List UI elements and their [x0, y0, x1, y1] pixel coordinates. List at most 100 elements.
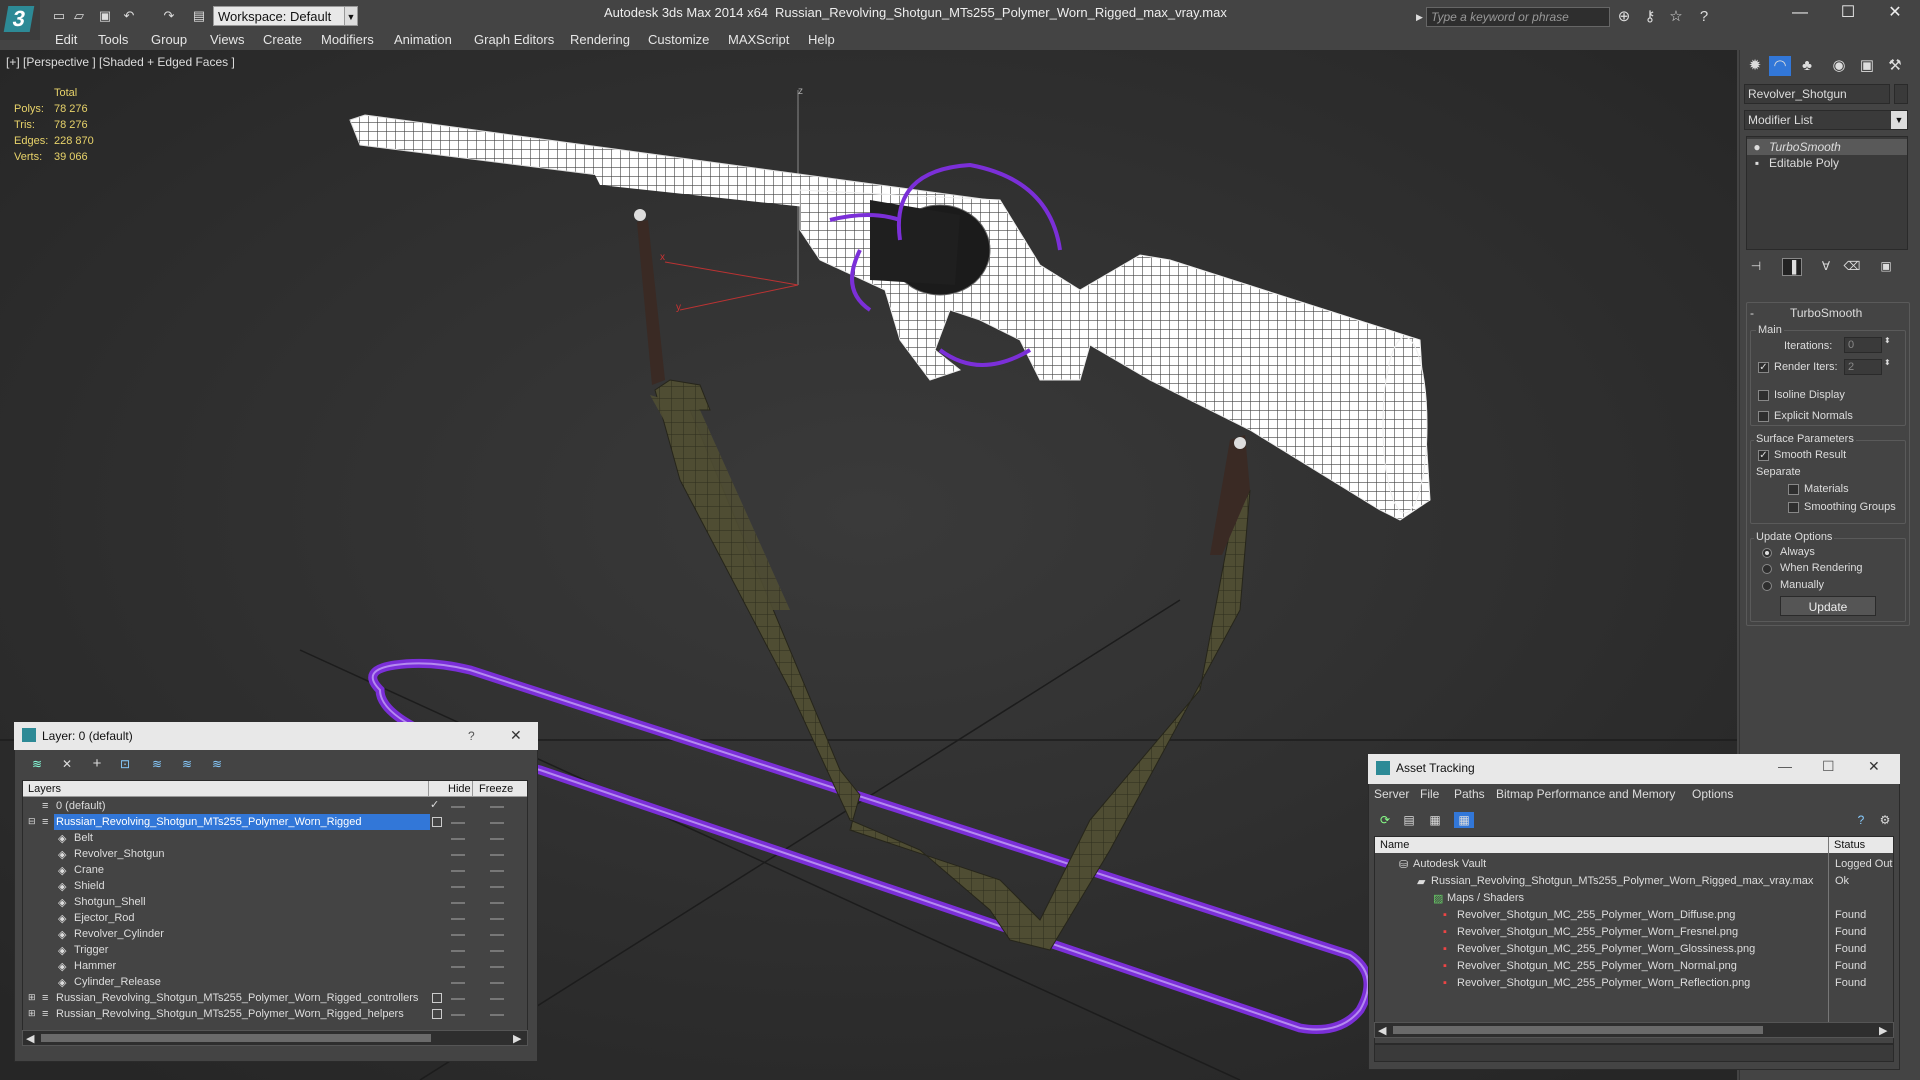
asset-row[interactable]: ▪ Revolver_Shotgun_MC_255_Polymer_Worn_Fr… [1375, 924, 1893, 941]
layers-icon[interactable]: ≋ [28, 756, 46, 772]
expand-icon[interactable]: ⊞ [28, 1008, 36, 1019]
asset-menu-server[interactable]: Server [1374, 787, 1409, 801]
render-iters-spinner[interactable]: 2 [1844, 359, 1882, 375]
freeze-toggle[interactable] [490, 950, 504, 952]
hierarchy-icon[interactable]: ♣ [1796, 56, 1818, 76]
close-icon[interactable]: ✕ [1872, 0, 1918, 26]
hide-toggle[interactable] [451, 966, 465, 968]
asset-menu-options[interactable]: Options [1692, 787, 1733, 801]
when-rendering-radio[interactable] [1762, 564, 1772, 574]
asset-menu-bitmap[interactable]: Bitmap Performance and Memory [1496, 787, 1675, 801]
column-status[interactable]: Status [1834, 839, 1865, 851]
menu-tools[interactable]: Tools [98, 32, 128, 47]
freeze-toggle[interactable] [490, 838, 504, 840]
freeze-toggle[interactable] [490, 998, 504, 1000]
menu-modifiers[interactable]: Modifiers [321, 32, 374, 47]
spinner-arrows-icon[interactable]: ⬍ [1884, 336, 1891, 345]
layer-box[interactable] [432, 1009, 442, 1019]
update-button[interactable]: Update [1780, 596, 1876, 616]
help-icon[interactable]: ? [1852, 812, 1870, 828]
hide-toggle[interactable] [451, 870, 465, 872]
check-icon[interactable]: ✓ [430, 798, 439, 811]
expand-icon[interactable]: ⊟ [28, 816, 36, 827]
minimize-icon[interactable]: — [1778, 758, 1792, 774]
binoculars-icon[interactable]: ⊕ [1614, 7, 1634, 27]
freeze-toggle[interactable] [490, 886, 504, 888]
highlight-layer-icon[interactable]: ≋ [148, 756, 166, 772]
modify-icon[interactable]: ◠ [1769, 56, 1791, 76]
thumbnail-view-icon[interactable]: ▦ [1426, 812, 1444, 828]
always-radio[interactable] [1762, 548, 1772, 558]
freeze-toggle[interactable] [490, 1014, 504, 1016]
hide-toggle[interactable] [451, 998, 465, 1000]
modifier-list-select[interactable]: Modifier List ▼ [1744, 110, 1908, 130]
asset-row[interactable]: ▪ Revolver_Shotgun_MC_255_Polymer_Worn_Gl… [1375, 941, 1893, 958]
chevron-right-icon[interactable]: ▶ [513, 1032, 521, 1045]
pin-stack-icon[interactable]: ⊣ [1746, 258, 1766, 274]
refresh-icon[interactable]: ⟳ [1376, 812, 1394, 828]
close-icon[interactable]: ✕ [1868, 758, 1880, 775]
list-view-icon[interactable]: ▤ [1400, 812, 1418, 828]
rollout-collapse-icon[interactable]: - [1750, 306, 1754, 320]
hide-toggle[interactable] [451, 838, 465, 840]
asset-row[interactable]: ▪ Revolver_Shotgun_MC_255_Polymer_Worn_Di… [1375, 907, 1893, 924]
freeze-toggle[interactable] [490, 870, 504, 872]
menu-group[interactable]: Group [151, 32, 187, 47]
hide-all-icon[interactable]: ≋ [178, 756, 196, 772]
hide-toggle[interactable] [451, 934, 465, 936]
minimize-icon[interactable]: — [1777, 0, 1823, 26]
close-icon[interactable]: ✕ [510, 727, 522, 744]
utilities-icon[interactable]: ⚒ [1884, 56, 1906, 76]
hide-toggle[interactable] [451, 1014, 465, 1016]
manually-radio[interactable] [1762, 581, 1772, 591]
spinner-arrows-icon[interactable]: ⬍ [1884, 358, 1891, 367]
chevron-left-icon[interactable]: ◀ [1378, 1024, 1386, 1037]
chevron-down-icon[interactable]: ▼ [344, 6, 358, 26]
object-color-swatch[interactable] [1894, 84, 1908, 104]
create-icon[interactable]: ✹ [1744, 56, 1766, 76]
asset-row[interactable]: ▨ Maps / Shaders [1375, 890, 1893, 907]
asset-status-field[interactable] [1374, 1044, 1894, 1062]
asset-row[interactable]: ⛁ Autodesk Vault Logged Out [1375, 856, 1893, 873]
undo-icon[interactable]: ↶ [120, 8, 138, 24]
maximize-icon[interactable]: ☐ [1825, 0, 1871, 26]
stack-item-turbosmooth[interactable]: ● TurboSmooth [1747, 139, 1907, 155]
menu-views[interactable]: Views [210, 32, 244, 47]
app-menu-button[interactable]: 3 [0, 0, 40, 40]
configure-sets-icon[interactable]: ▣ [1876, 258, 1896, 274]
hide-toggle[interactable] [451, 918, 465, 920]
show-end-result-icon[interactable]: ▐ [1782, 258, 1802, 276]
freeze-toggle[interactable] [490, 902, 504, 904]
column-freeze[interactable]: Freeze [479, 783, 513, 795]
smoothing-groups-checkbox[interactable] [1788, 502, 1799, 513]
add-icon[interactable]: + [88, 756, 106, 772]
project-folder-icon[interactable]: ▤ [190, 8, 208, 24]
asset-row[interactable]: ▰ Russian_Revolving_Shotgun_MTs255_Polyme… [1375, 873, 1893, 890]
asset-menu-file[interactable]: File [1420, 787, 1439, 801]
explicit-normals-checkbox[interactable] [1758, 411, 1769, 422]
hide-toggle[interactable] [451, 822, 465, 824]
smooth-result-checkbox[interactable]: ✓ [1758, 450, 1769, 461]
asset-row[interactable]: ▪ Revolver_Shotgun_MC_255_Polymer_Worn_Re… [1375, 975, 1893, 992]
lightbulb-icon[interactable]: ● [1751, 139, 1763, 155]
help-icon[interactable]: ? [468, 729, 475, 743]
redo-icon[interactable]: ↷ [160, 8, 178, 24]
column-layers[interactable]: Layers [28, 783, 61, 795]
freeze-toggle[interactable] [490, 982, 504, 984]
key-icon[interactable]: ⚷ [1640, 7, 1660, 27]
chevron-right-icon[interactable]: ▶ [1416, 7, 1426, 27]
motion-icon[interactable]: ◉ [1828, 56, 1850, 76]
freeze-toggle[interactable] [490, 854, 504, 856]
search-input[interactable]: Type a keyword or phrase [1426, 7, 1610, 27]
isoline-display-checkbox[interactable] [1758, 390, 1769, 401]
column-hide[interactable]: Hide [448, 783, 471, 795]
freeze-toggle[interactable] [490, 806, 504, 808]
help-icon[interactable]: ? [1694, 7, 1714, 27]
rollout-title[interactable]: TurboSmooth [1790, 306, 1862, 320]
menu-rendering[interactable]: Rendering [570, 32, 630, 47]
settings-icon[interactable]: ⚙ [1876, 812, 1894, 828]
maximize-icon[interactable]: ☐ [1822, 758, 1835, 775]
menu-create[interactable]: Create [263, 32, 302, 47]
hide-toggle[interactable] [451, 982, 465, 984]
save-icon[interactable]: ▣ [96, 8, 114, 24]
